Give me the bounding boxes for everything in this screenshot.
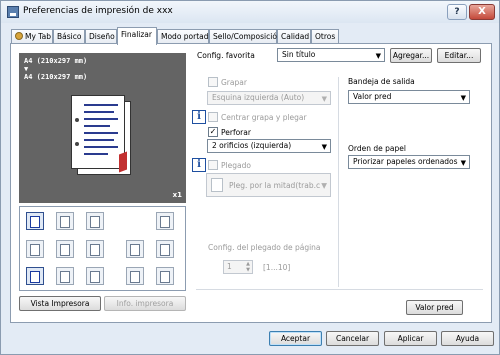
edit-favorite-button[interactable]: Editar...	[437, 48, 481, 63]
z-fold-icon[interactable]	[156, 240, 174, 258]
tab-sello-composicion[interactable]: Sello/Composición	[209, 29, 282, 44]
tri-fold-icon[interactable]	[126, 240, 144, 258]
chevron-down-icon: ▼	[460, 94, 466, 102]
help-title-button[interactable]: ?	[447, 4, 467, 20]
page-fold-spinner[interactable]: 1 ▲ ▼	[223, 260, 253, 274]
punch-label: Perforar	[221, 128, 251, 137]
preview-arrow-icon: ▼	[24, 65, 29, 73]
tab-calidad[interactable]: Calidad	[277, 29, 311, 44]
staple-label: Grapar	[221, 78, 247, 87]
punch-holes-select[interactable]: 2 orificios (izquierda) ▼	[207, 139, 331, 153]
tab-basico[interactable]: Básico	[53, 29, 85, 44]
info-icon[interactable]: i	[192, 110, 206, 124]
center-staple-fold-label: Centrar grapa y plegar	[221, 113, 307, 122]
fold-label: Plegado	[221, 161, 251, 170]
staple-checkbox[interactable]	[208, 77, 218, 87]
spin-arrows-icon[interactable]: ▲ ▼	[246, 261, 250, 273]
restore-defaults-button[interactable]: Valor pred	[406, 300, 463, 315]
offset-icon[interactable]	[86, 212, 104, 230]
page-fold-range: [1...10]	[263, 263, 291, 272]
title-bar: Preferencias de impresión de xxx ? X	[1, 1, 499, 23]
output-tray-icon[interactable]	[156, 267, 174, 285]
chevron-down-icon: ▼	[321, 181, 327, 190]
add-favorite-button[interactable]: Agregar...	[390, 48, 432, 63]
collate-output-icon[interactable]	[26, 212, 44, 230]
punch-checkbox[interactable]: ✓	[208, 127, 218, 137]
finishing-icon-panel	[19, 206, 186, 291]
paper-order-label: Orden de papel	[348, 144, 406, 153]
gate-fold-icon[interactable]	[86, 267, 104, 285]
center-staple-fold-checkbox[interactable]	[208, 112, 218, 122]
column-separator	[338, 77, 339, 287]
booklet-icon[interactable]	[86, 240, 104, 258]
chevron-down-icon: ▼	[321, 143, 327, 151]
staple-position-select[interactable]: Esquina izquierda (Auto) ▼	[207, 91, 331, 105]
cancel-button[interactable]: Cancelar	[326, 331, 379, 346]
staple-corner-icon[interactable]	[26, 240, 44, 258]
my-tab-icon	[15, 32, 23, 40]
paper-order-select[interactable]: Priorizar papeles ordenados ▼	[348, 155, 470, 169]
preview-page-front	[71, 95, 125, 169]
output-tray-label: Bandeja de salida	[348, 77, 415, 86]
preview-copies: x1	[172, 191, 182, 199]
favorites-select[interactable]: Sin título ▼	[277, 48, 385, 62]
page-fold-corner	[119, 151, 127, 173]
tab-my-tab[interactable]: My Tab	[11, 29, 53, 44]
double-parallel-fold-icon[interactable]	[126, 267, 144, 285]
print-preview: A4 (210x297 mm) ▼ A4 (210x297 mm) x1	[19, 53, 186, 203]
chevron-down-icon: ▼	[460, 159, 466, 167]
output-tray-select[interactable]: Valor pred ▼	[348, 90, 470, 104]
half-fold-icon[interactable]	[56, 267, 74, 285]
fold-type-select[interactable]: Pleg. por la mitad(trab.c ▼	[206, 173, 331, 197]
preview-paper-size: A4 (210x297 mm)	[24, 73, 88, 81]
printer-view-button[interactable]: Vista Impresora	[19, 296, 101, 311]
page-fold-config-label: Config. del plegado de página	[208, 243, 321, 252]
printer-info-button[interactable]: Info. impresora	[104, 296, 186, 311]
info-icon[interactable]: i	[192, 158, 206, 172]
favorites-label: Config. favorita	[197, 51, 255, 60]
ok-button[interactable]: Aceptar	[269, 331, 322, 346]
bottom-separator	[196, 289, 483, 290]
tab-modo-portada[interactable]: Modo portada	[157, 29, 213, 44]
fold-pages-icon[interactable]	[56, 240, 74, 258]
staple-center-icon[interactable]	[56, 212, 74, 230]
chevron-down-icon: ▼	[375, 52, 381, 60]
rotate-output-icon[interactable]	[156, 212, 174, 230]
tab-finalizar[interactable]: Finalizar	[117, 27, 157, 45]
printer-app-icon	[7, 6, 19, 18]
chevron-down-icon: ▼	[321, 95, 327, 103]
help-button[interactable]: Ayuda	[441, 331, 494, 346]
apply-button[interactable]: Aplicar	[384, 331, 437, 346]
punch-holes-icon[interactable]	[26, 267, 44, 285]
half-fold-icon	[211, 178, 223, 192]
tab-otros[interactable]: Otros	[311, 29, 339, 44]
tab-diseno[interactable]: Diseño	[85, 29, 117, 44]
close-window-button[interactable]: X	[469, 4, 495, 20]
window-title: Preferencias de impresión de xxx	[23, 6, 173, 16]
fold-checkbox[interactable]	[208, 160, 218, 170]
preview-output-size: A4 (210x297 mm)	[24, 57, 88, 65]
printing-preferences-window: Preferencias de impresión de xxx ? X My …	[0, 0, 500, 355]
